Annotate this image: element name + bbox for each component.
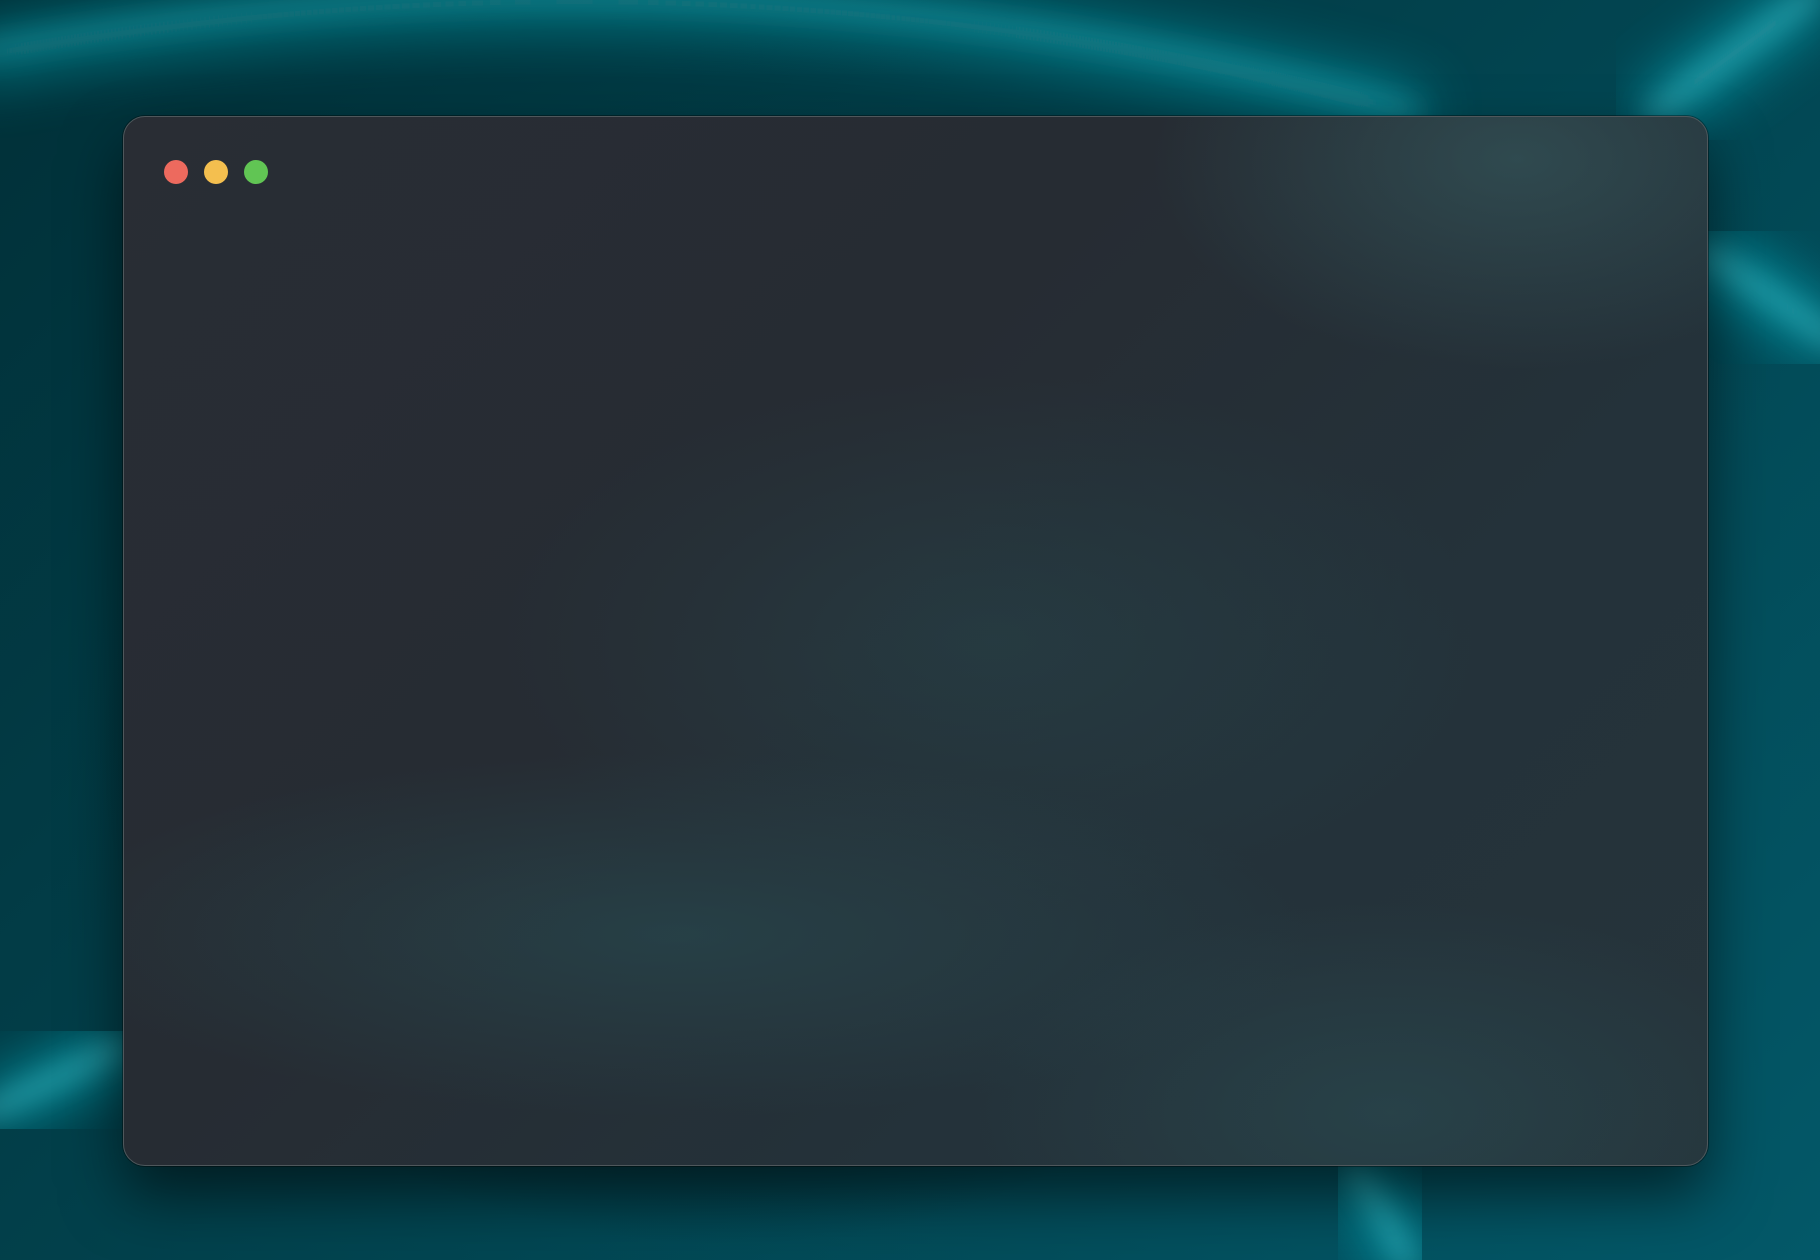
maximize-button[interactable] (244, 160, 268, 184)
window-controls (164, 160, 268, 184)
app-window (123, 116, 1708, 1166)
close-button[interactable] (164, 160, 188, 184)
minimize-button[interactable] (204, 160, 228, 184)
